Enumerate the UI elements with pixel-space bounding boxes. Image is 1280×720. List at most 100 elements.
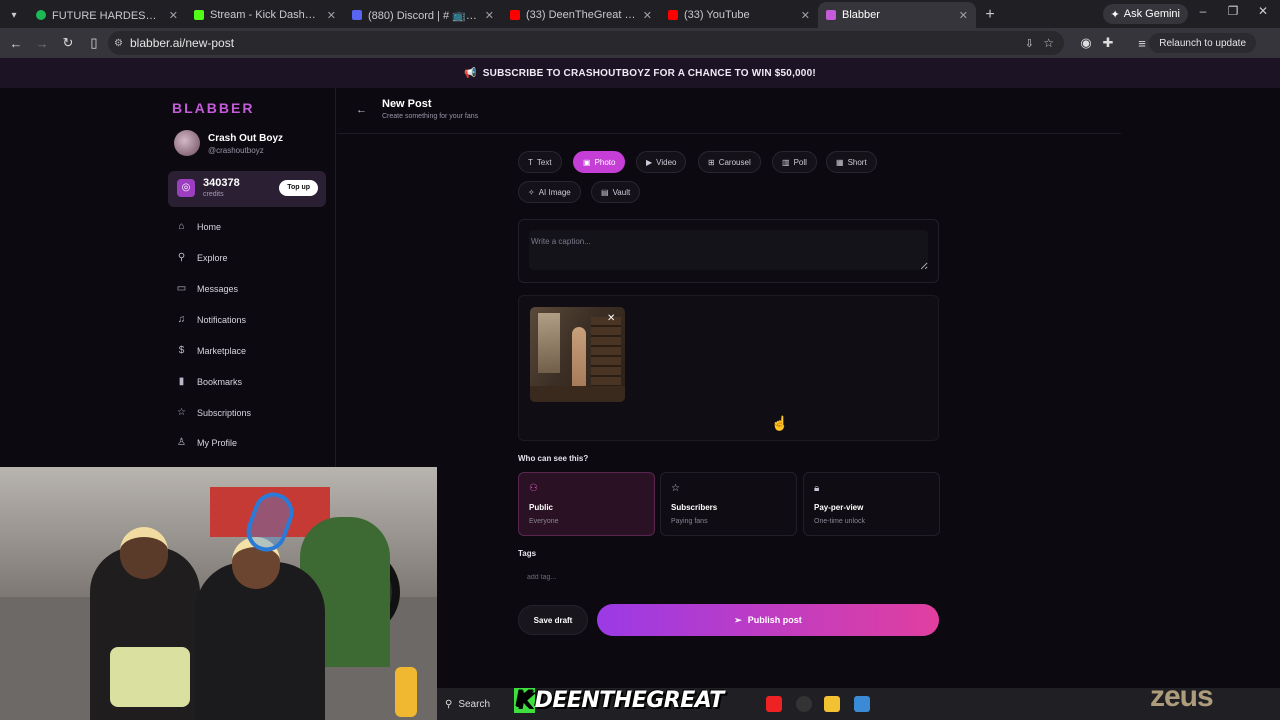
post-type-short[interactable]: ▦ Short <box>826 151 877 173</box>
kick-icon <box>194 10 204 20</box>
ask-gemini-button[interactable]: ✦ Ask Gemini <box>1102 4 1188 24</box>
relaunch-button[interactable]: Relaunch to update <box>1149 33 1256 53</box>
caption-card <box>518 219 939 283</box>
sidebar-item-marketplace[interactable]: $ Marketplace <box>176 345 246 356</box>
star-icon: ☆ <box>177 407 186 418</box>
close-icon[interactable]: ✕ <box>169 9 178 22</box>
browser-tab[interactable]: (880) Discord | # 📺 | reactions ✕ <box>344 2 502 28</box>
sidebar-item-explore[interactable]: ⚲ Explore <box>176 252 228 263</box>
forward-icon[interactable]: → <box>30 36 54 51</box>
taskbar-search[interactable]: ⚲ Search <box>445 695 525 713</box>
post-type-ai-image[interactable]: ✧ AI Image <box>518 181 581 203</box>
bar-chart-icon: ▥ <box>782 157 790 167</box>
reload-icon[interactable]: ↻ <box>56 35 80 51</box>
post-type-vault[interactable]: ▤ Vault <box>591 181 641 203</box>
webcam-bag <box>110 647 190 707</box>
webcam-bottle <box>395 667 417 717</box>
visibility-subtitle: One-time unlock <box>814 518 865 525</box>
back-arrow-icon[interactable]: ← <box>356 104 367 116</box>
page-title: New Post <box>382 98 432 110</box>
close-icon[interactable]: ✕ <box>801 9 810 22</box>
browser-toolbar: ← → ↻ ▯ ⚙ blabber.ai/new-post ⇩ ☆ ◉ ✚ ≡ … <box>0 28 1280 58</box>
bookmark-star-icon[interactable]: ☆ <box>1043 36 1054 50</box>
sidepanel-icon[interactable]: ▯ <box>82 35 106 51</box>
post-type-label: Vault <box>612 187 631 197</box>
banner-text: SUBSCRIBE TO CRASHOUTBOYZ FOR A CHANCE T… <box>482 67 816 79</box>
post-type-photo[interactable]: ▣ Photo <box>573 151 626 173</box>
blabber-logo[interactable]: BLABBER <box>172 100 254 116</box>
post-type-label: Poll <box>793 157 807 167</box>
tab-search-icon[interactable]: ▾ <box>0 2 28 28</box>
publish-post-button[interactable]: ➢ Publish post <box>597 604 939 636</box>
tags-label: Tags <box>518 549 537 558</box>
visibility-subscribers[interactable]: ☆ Subscribers Paying fans <box>660 472 797 536</box>
puzzle-icon[interactable]: ✚ <box>1096 35 1120 51</box>
taskbar-search-label: Search <box>458 698 491 710</box>
kick-logo-icon: K <box>514 688 535 713</box>
visibility-public[interactable]: ⚇ Public Everyone <box>518 472 655 536</box>
discord-icon <box>352 10 362 20</box>
publish-label: Publish post <box>747 615 802 625</box>
close-icon[interactable]: ✕ <box>643 9 652 22</box>
browser-tab[interactable]: FUTURE HARDEST SONGS 🥶🔥 ✕ <box>28 2 186 28</box>
close-window-icon[interactable]: ✕ <box>1248 4 1278 18</box>
restore-icon[interactable]: ❐ <box>1218 4 1248 18</box>
megaphone-icon: 📢 <box>464 67 477 79</box>
browser-tab-strip: ▾ FUTURE HARDEST SONGS 🥶🔥 ✕ Stream - Kick… <box>0 0 1280 28</box>
post-type-text[interactable]: T Text <box>518 151 562 173</box>
app-icon[interactable] <box>854 696 870 712</box>
sidebar-item-my-profile[interactable]: ♙ My Profile <box>176 437 237 448</box>
send-icon: ➢ <box>734 614 742 625</box>
browser-tab[interactable]: (33) YouTube ✕ <box>660 2 818 28</box>
zeus-watermark: zeus <box>1150 680 1214 713</box>
promo-banner[interactable]: 📢 SUBSCRIBE TO CRASHOUTBOYZ FOR A CHANCE… <box>0 58 1280 88</box>
save-draft-button[interactable]: Save draft <box>518 605 588 635</box>
close-icon[interactable]: ✕ <box>485 9 494 22</box>
close-icon[interactable]: ✕ <box>959 9 968 22</box>
sidebar-item-label: Bookmarks <box>197 376 243 387</box>
close-icon[interactable]: ✕ <box>327 9 336 22</box>
text-icon: T <box>528 157 533 167</box>
sidebar-item-home[interactable]: ⌂ Home <box>176 221 221 232</box>
top-up-button[interactable]: Top up <box>279 180 318 196</box>
post-type-carousel[interactable]: ⊞ Carousel <box>698 151 761 173</box>
sidebar-item-subscriptions[interactable]: ☆ Subscriptions <box>176 407 251 418</box>
sidebar-item-bookmarks[interactable]: ▮ Bookmarks <box>176 376 242 387</box>
post-type-poll[interactable]: ▥ Poll <box>772 151 817 173</box>
sidebar-item-label: Marketplace <box>197 345 247 356</box>
folder-icon[interactable] <box>824 696 840 712</box>
post-type-label: Video <box>656 157 677 167</box>
media-upload-area[interactable]: ✕ <box>518 295 939 441</box>
post-type-label: Photo <box>594 157 616 167</box>
image-icon: ▣ <box>583 157 591 167</box>
site-info-icon[interactable]: ⚙ <box>114 38 123 49</box>
youtube-icon[interactable] <box>766 696 782 712</box>
sidebar-item-notifications[interactable]: ♫ Notifications <box>176 314 246 325</box>
browser-tab[interactable]: Stream - Kick Dashboard ✕ <box>186 2 344 28</box>
post-type-video[interactable]: ▶ Video <box>636 151 687 173</box>
visibility-label: Who can see this? <box>518 454 589 463</box>
bookmark-icon: ▮ <box>178 376 185 387</box>
message-icon: ▭ <box>176 283 187 294</box>
address-bar[interactable]: ⚙ blabber.ai/new-post ⇩ ☆ <box>108 31 1064 55</box>
close-icon[interactable]: ✕ <box>607 313 615 324</box>
tag-input[interactable] <box>518 568 588 586</box>
browser-tab[interactable]: (33) DeenTheGreat & Adrien Br ✕ <box>502 2 660 28</box>
webcam-overlay <box>0 467 437 720</box>
obs-icon[interactable] <box>796 696 812 712</box>
pointer-cursor-icon: ☝ <box>771 415 789 431</box>
sidebar-item-messages[interactable]: ▭ Messages <box>176 283 238 294</box>
new-tab-button[interactable]: + <box>976 2 1004 28</box>
visibility-subtitle: Everyone <box>529 518 559 525</box>
install-icon[interactable]: ⇩ <box>1025 37 1034 50</box>
caption-input[interactable] <box>529 230 928 270</box>
visibility-pay-per-view[interactable]: 🔒︎ Pay-per-view One-time unlock <box>803 472 940 536</box>
back-icon[interactable]: ← <box>4 36 28 51</box>
minimize-icon[interactable]: – <box>1188 4 1218 18</box>
sparkle-icon: ✦ <box>1110 8 1120 21</box>
extension-icon[interactable]: ◉ <box>1074 35 1098 51</box>
browser-tab-active[interactable]: Blabber ✕ <box>818 2 976 28</box>
film-icon: ▦ <box>836 157 844 167</box>
avatar[interactable] <box>174 130 200 156</box>
sparkle-icon: ✧ <box>528 187 535 197</box>
